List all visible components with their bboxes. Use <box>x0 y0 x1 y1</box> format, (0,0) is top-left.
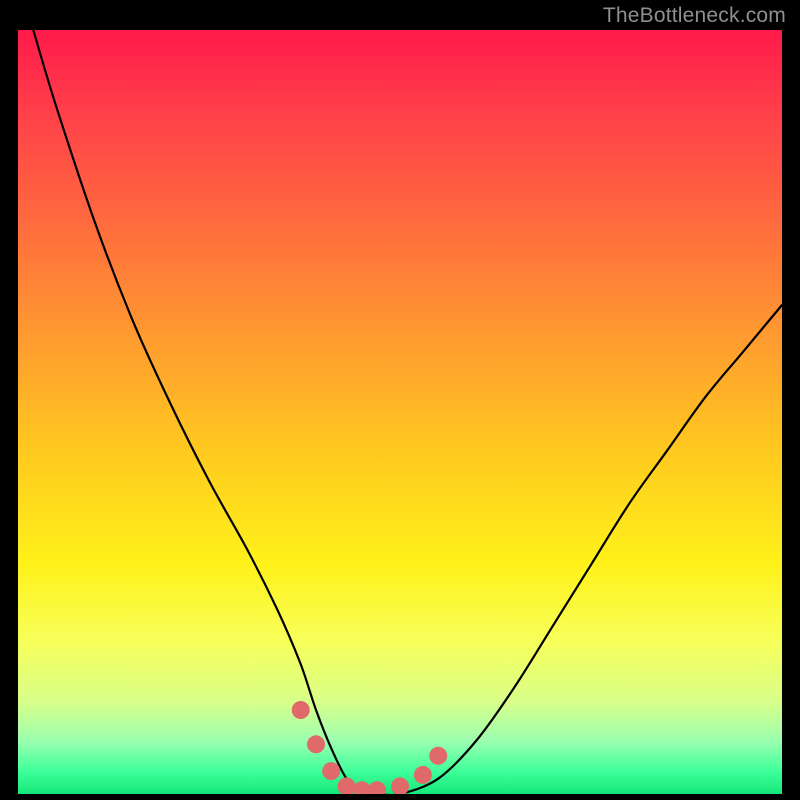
optimal-marker <box>391 777 409 794</box>
chart-plot-area <box>18 30 782 794</box>
optimal-marker <box>338 777 356 794</box>
optimal-marker <box>353 781 371 794</box>
optimal-marker <box>368 781 386 794</box>
optimal-marker <box>292 701 310 719</box>
chart-svg <box>18 30 782 794</box>
bottleneck-curve <box>33 30 782 794</box>
optimal-marker <box>429 747 447 765</box>
optimal-marker <box>414 766 432 784</box>
watermark-text: TheBottleneck.com <box>603 4 786 28</box>
optimal-marker <box>322 762 340 780</box>
optimal-marker <box>307 735 325 753</box>
optimal-range-markers <box>292 701 448 794</box>
